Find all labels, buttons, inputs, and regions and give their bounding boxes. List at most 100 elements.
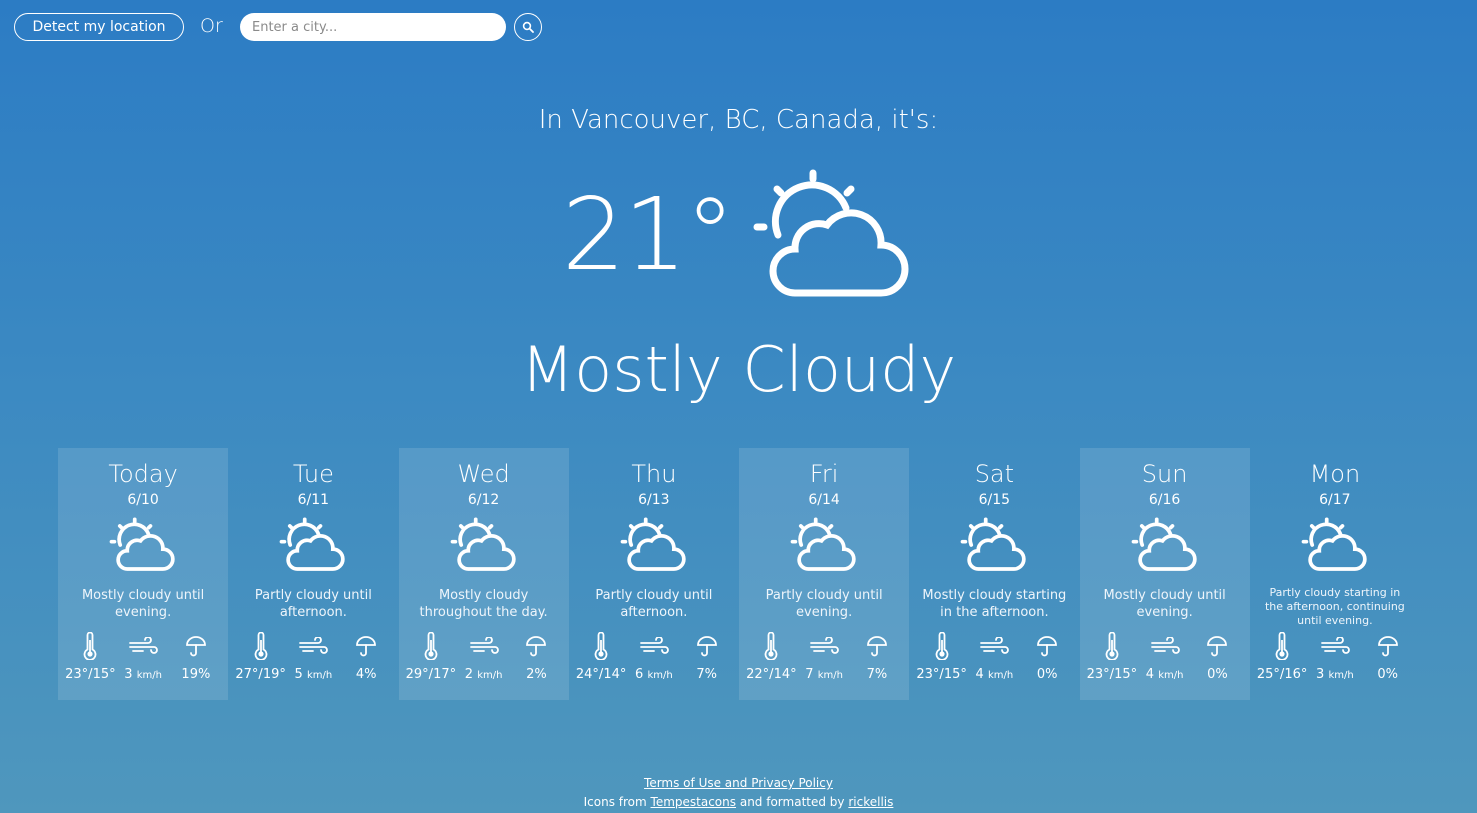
temp-range: 22°/14° (746, 667, 797, 682)
umbrella-icon (696, 636, 717, 657)
forecast-day: Sun 6/16 Mostly cloudy until evening. 23… (1079, 448, 1250, 700)
formatted-by-label: and formatted by (739, 795, 845, 809)
day-summary: Mostly cloudy throughout the day. (419, 588, 548, 620)
wind-unit: km/h (987, 670, 1014, 681)
thermometer-icon (254, 632, 267, 660)
precip-chance: 7% (696, 667, 717, 682)
thermometer-icon (84, 632, 97, 660)
day-name: Thu (631, 460, 677, 488)
partly-cloudy-icon (790, 517, 856, 571)
umbrella-icon (1037, 636, 1058, 657)
day-date: 6/11 (297, 492, 330, 508)
wind-speed: 6 (635, 667, 644, 682)
umbrella-icon (866, 636, 887, 657)
precip-chance: 2% (526, 667, 547, 682)
wind-icon (1150, 637, 1180, 654)
partly-cloudy-icon (279, 517, 345, 571)
author-link[interactable]: rickellis (848, 795, 893, 809)
umbrella-icon (1377, 636, 1398, 657)
day-summary: Partly cloudy until afternoon. (595, 588, 713, 620)
temp-range: 23°/15° (65, 667, 116, 682)
day-summary: Mostly cloudy starting in the afternoon. (922, 588, 1067, 620)
precip-chance: 19% (181, 667, 211, 682)
forecast-day: Thu 6/13 Partly cloudy until afternoon. … (569, 448, 739, 700)
wind-icon (810, 637, 839, 654)
current-summary: Mostly Cloudy (520, 333, 957, 406)
day-date: 6/17 (1319, 492, 1351, 508)
thermometer-icon (1275, 632, 1289, 660)
current-temperature: 21° (561, 176, 735, 293)
icons-credit-prefix: Icons from (583, 795, 647, 809)
wind-unit: km/h (1158, 670, 1184, 681)
city-search-input[interactable] (240, 13, 506, 41)
day-summary: Mostly cloudy until evening. (81, 588, 205, 620)
partly-cloudy-icon (960, 517, 1026, 571)
day-name: Mon (1309, 460, 1361, 488)
day-summary: Mostly cloudy until evening. (1103, 588, 1226, 620)
day-stats: 25°/16° 3 km/h 0% (1250, 632, 1420, 688)
temp-range: 29°/17° (405, 667, 457, 682)
wind-speed: 3 (1316, 667, 1325, 682)
wind-unit: km/h (136, 670, 162, 681)
wind-speed: 4 (1145, 667, 1155, 682)
precip-chance: 0% (1377, 667, 1398, 682)
terms-link[interactable]: Terms of Use and Privacy Policy (644, 776, 833, 790)
thermometer-icon (1105, 632, 1119, 660)
day-date: 6/14 (808, 492, 840, 508)
wind-unit: km/h (647, 670, 673, 681)
or-label: Or (200, 15, 223, 37)
partly-cloudy-icon (109, 517, 175, 571)
day-stats: 23°/15° 4 km/h 0% (1080, 632, 1250, 688)
search-icon (522, 21, 534, 33)
partly-cloudy-icon (1131, 517, 1197, 571)
wind-unit: km/h (817, 670, 843, 681)
wind-unit: km/h (1328, 670, 1354, 681)
wind-speed: 7 (805, 667, 814, 682)
wind-speed: 3 (124, 667, 133, 682)
forecast-day: Sat 6/15 Mostly cloudy starting in the a… (909, 448, 1079, 700)
day-date: 6/12 (467, 492, 500, 508)
partly-cloudy-icon (450, 517, 516, 571)
thermometer-icon (594, 632, 608, 660)
day-stats: 23°/15° 4 km/h 0% (909, 632, 1079, 688)
day-summary: Partly cloudy until evening. (765, 588, 883, 620)
forecast-day: Mon 6/17 Partly cloudy starting in the a… (1250, 448, 1420, 700)
wind-icon (299, 637, 329, 654)
wind-icon (129, 637, 158, 654)
precip-chance: 0% (1207, 667, 1228, 682)
thermometer-icon (765, 632, 778, 660)
day-stats: 27°/19° 5 km/h 4% (228, 632, 398, 688)
day-stats: 23°/15° 3 km/h 19% (58, 632, 228, 688)
footer: Terms of Use and Privacy Policy Icons fr… (0, 774, 1477, 812)
day-date: 6/13 (638, 492, 670, 508)
umbrella-icon (185, 636, 206, 657)
current-conditions: 21° (0, 165, 1477, 305)
precip-chance: 0% (1036, 667, 1058, 682)
day-name: Sat (974, 460, 1015, 488)
search-button[interactable] (514, 13, 542, 41)
day-name: Sun (1141, 460, 1188, 488)
day-summary: Partly cloudy until afternoon. (254, 588, 372, 620)
forecast-day: Today 6/10 Mostly cloudy until evening. … (58, 448, 229, 700)
day-name: Fri (809, 460, 839, 488)
day-date: 6/16 (1148, 492, 1181, 508)
day-summary: Partly cloudy starting in the afternoon,… (1264, 586, 1405, 627)
forecast-day: Tue 6/11 Partly cloudy until afternoon. … (228, 448, 398, 700)
day-name: Wed (457, 460, 510, 488)
partly-cloudy-icon (1301, 517, 1367, 571)
wind-speed: 4 (975, 667, 984, 682)
day-stats: 24°/14° 6 km/h 7% (569, 632, 739, 688)
umbrella-icon (356, 636, 377, 657)
wind-icon (1320, 637, 1350, 654)
temp-range: 27°/19° (235, 667, 286, 682)
temp-range: 24°/14° (575, 667, 627, 682)
precip-chance: 4% (355, 667, 377, 682)
day-name: Tue (292, 460, 334, 488)
wind-unit: km/h (477, 670, 503, 681)
tempestacons-link[interactable]: Tempestacons (651, 795, 736, 809)
location-headline: In Vancouver, BC, Canada, it's: (538, 105, 939, 135)
detect-location-button[interactable]: Detect my location (14, 13, 184, 41)
forecast-day: Fri 6/14 Partly cloudy until evening. 22… (739, 448, 910, 700)
forecast-strip: Today 6/10 Mostly cloudy until evening. … (58, 448, 1420, 700)
temp-range: 23°/15° (1086, 667, 1138, 682)
